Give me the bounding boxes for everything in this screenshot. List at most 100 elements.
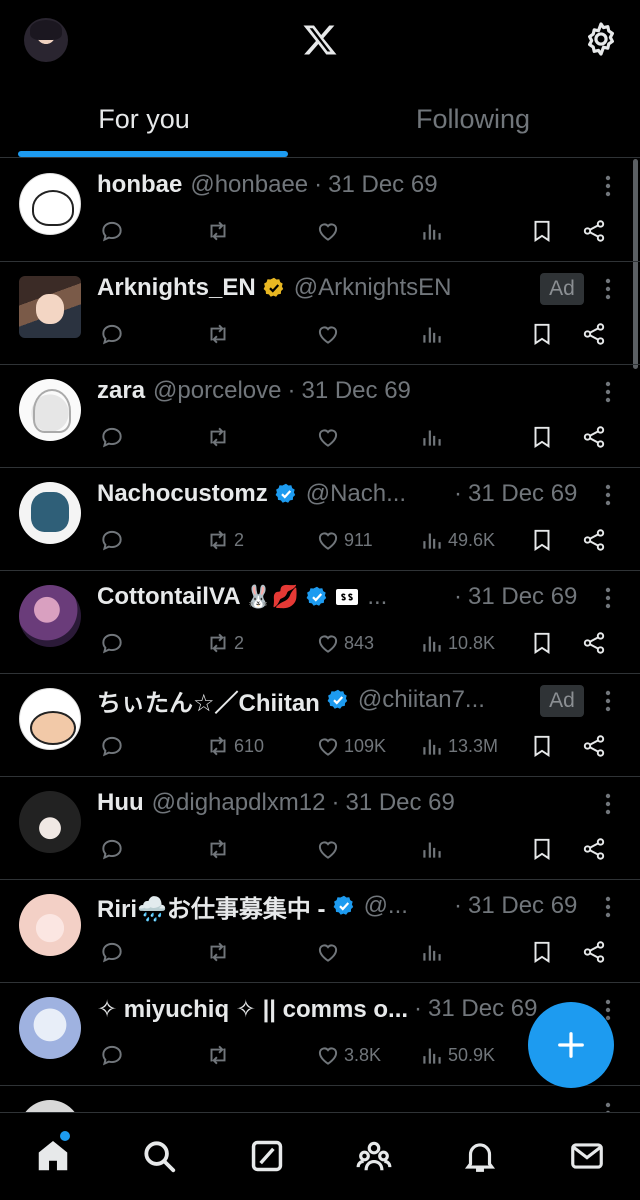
share-button[interactable] bbox=[581, 938, 607, 966]
author-name[interactable]: CottontailVA bbox=[97, 583, 241, 611]
tab-following[interactable]: Following bbox=[313, 80, 633, 158]
views-button[interactable] bbox=[419, 217, 448, 245]
repost-button[interactable] bbox=[205, 938, 234, 966]
bookmark-button[interactable] bbox=[529, 423, 555, 451]
home-icon[interactable] bbox=[34, 1137, 72, 1175]
reply-button[interactable] bbox=[99, 629, 125, 657]
post-item[interactable]: ちぃたん☆／Chiitan @chiitan7... Ad 610 109K 1… bbox=[0, 674, 640, 777]
author-handle[interactable]: @porcelove bbox=[153, 377, 281, 405]
more-options-icon[interactable] bbox=[600, 585, 616, 611]
author-handle[interactable]: @chiitan7... bbox=[358, 686, 485, 714]
author-name[interactable]: ✧ miyuchiq ✧ || comms o... bbox=[97, 995, 408, 1024]
avatar[interactable] bbox=[19, 173, 81, 235]
share-button[interactable] bbox=[581, 320, 607, 348]
like-button[interactable]: 109K bbox=[315, 732, 386, 760]
profile-avatar[interactable] bbox=[24, 18, 68, 62]
reply-button[interactable] bbox=[99, 320, 125, 348]
views-button[interactable] bbox=[419, 320, 448, 348]
more-options-icon[interactable] bbox=[600, 894, 616, 920]
gear-icon[interactable] bbox=[582, 20, 620, 58]
like-button[interactable] bbox=[315, 835, 344, 863]
like-button[interactable] bbox=[315, 320, 344, 348]
bookmark-button[interactable] bbox=[529, 938, 555, 966]
repost-button[interactable] bbox=[205, 1041, 234, 1069]
author-name[interactable]: zara bbox=[97, 377, 145, 405]
author-handle[interactable]: @honbaee bbox=[190, 171, 308, 199]
avatar[interactable] bbox=[19, 688, 81, 750]
reply-button[interactable] bbox=[99, 1041, 125, 1069]
reply-button[interactable] bbox=[99, 732, 125, 760]
post-item[interactable]: CottontailVA 🐰💋 ... · 31 Dec 69 2 843 10… bbox=[0, 571, 640, 674]
author-handle[interactable]: @dighapdlxm12 bbox=[152, 789, 326, 817]
author-name[interactable]: honbae bbox=[97, 171, 182, 199]
post-item[interactable]: Arknights_EN @ArknightsEN Ad bbox=[0, 262, 640, 365]
compose-post-button[interactable] bbox=[528, 1002, 614, 1088]
post-item[interactable]: honbae @honbaee · 31 Dec 69 bbox=[0, 159, 640, 262]
share-button[interactable] bbox=[581, 423, 607, 451]
repost-button[interactable]: 2 bbox=[205, 526, 244, 554]
post-item[interactable]: Huu @dighapdlxm12 · 31 Dec 69 bbox=[0, 777, 640, 880]
repost-button[interactable] bbox=[205, 835, 234, 863]
author-handle[interactable]: @... bbox=[364, 892, 408, 920]
grok-icon[interactable] bbox=[248, 1137, 286, 1175]
bookmark-button[interactable] bbox=[529, 526, 555, 554]
views-button[interactable]: 10.8K bbox=[419, 629, 495, 657]
bookmark-button[interactable] bbox=[529, 835, 555, 863]
notifications-icon[interactable] bbox=[461, 1137, 499, 1175]
like-button[interactable]: 843 bbox=[315, 629, 374, 657]
more-options-icon[interactable] bbox=[600, 791, 616, 817]
views-button[interactable] bbox=[419, 938, 448, 966]
timeline-feed[interactable]: honbae @honbaee · 31 Dec 69 Arknights_EN… bbox=[0, 159, 640, 1112]
repost-button[interactable] bbox=[205, 217, 234, 245]
bookmark-button[interactable] bbox=[529, 629, 555, 657]
author-name[interactable]: Riri🌧️お仕事募集中 - bbox=[97, 889, 326, 924]
reply-button[interactable] bbox=[99, 938, 125, 966]
communities-icon[interactable] bbox=[355, 1137, 393, 1175]
more-options-icon[interactable] bbox=[600, 482, 616, 508]
avatar[interactable] bbox=[19, 997, 81, 1059]
more-options-icon[interactable] bbox=[600, 173, 616, 199]
post-item[interactable]: Riri🌧️お仕事募集中 - @... · 31 Dec 69 bbox=[0, 880, 640, 983]
avatar[interactable] bbox=[19, 791, 81, 853]
avatar[interactable] bbox=[19, 1100, 81, 1112]
avatar[interactable] bbox=[19, 379, 81, 441]
views-button[interactable]: 13.3M bbox=[419, 732, 498, 760]
more-options-icon[interactable] bbox=[600, 276, 616, 302]
author-handle[interactable]: @Nach... bbox=[306, 480, 406, 508]
like-button[interactable] bbox=[315, 938, 344, 966]
more-options-icon[interactable] bbox=[600, 1100, 616, 1112]
like-button[interactable]: 911 bbox=[315, 526, 373, 554]
avatar[interactable] bbox=[19, 894, 81, 956]
avatar[interactable] bbox=[19, 482, 81, 544]
like-button[interactable] bbox=[315, 217, 344, 245]
views-button[interactable]: 50.9K bbox=[419, 1041, 495, 1069]
reply-button[interactable] bbox=[99, 217, 125, 245]
share-button[interactable] bbox=[581, 732, 607, 760]
views-button[interactable] bbox=[419, 423, 448, 451]
tab-for-you[interactable]: For you bbox=[0, 80, 304, 158]
author-name[interactable]: ちぃたん☆／Chiitan bbox=[97, 683, 320, 718]
author-name[interactable]: Arknights_EN bbox=[97, 274, 256, 302]
bookmark-button[interactable] bbox=[529, 217, 555, 245]
repost-button[interactable] bbox=[205, 320, 234, 348]
author-name[interactable]: Nachocustomz bbox=[97, 480, 268, 508]
bookmark-button[interactable] bbox=[529, 320, 555, 348]
repost-button[interactable]: 2 bbox=[205, 629, 244, 657]
repost-button[interactable] bbox=[205, 423, 234, 451]
post-item[interactable] bbox=[0, 1086, 640, 1112]
repost-button[interactable]: 610 bbox=[205, 732, 264, 760]
more-options-icon[interactable] bbox=[600, 688, 616, 714]
share-button[interactable] bbox=[581, 835, 607, 863]
share-button[interactable] bbox=[581, 629, 607, 657]
author-name[interactable]: Huu bbox=[97, 789, 144, 817]
like-button[interactable] bbox=[315, 423, 344, 451]
author-handle[interactable]: ... bbox=[367, 583, 387, 611]
like-button[interactable]: 3.8K bbox=[315, 1041, 381, 1069]
avatar[interactable] bbox=[19, 276, 81, 338]
reply-button[interactable] bbox=[99, 526, 125, 554]
post-item[interactable]: zara @porcelove · 31 Dec 69 bbox=[0, 365, 640, 468]
reply-button[interactable] bbox=[99, 423, 125, 451]
share-button[interactable] bbox=[581, 217, 607, 245]
views-button[interactable] bbox=[419, 835, 448, 863]
reply-button[interactable] bbox=[99, 835, 125, 863]
